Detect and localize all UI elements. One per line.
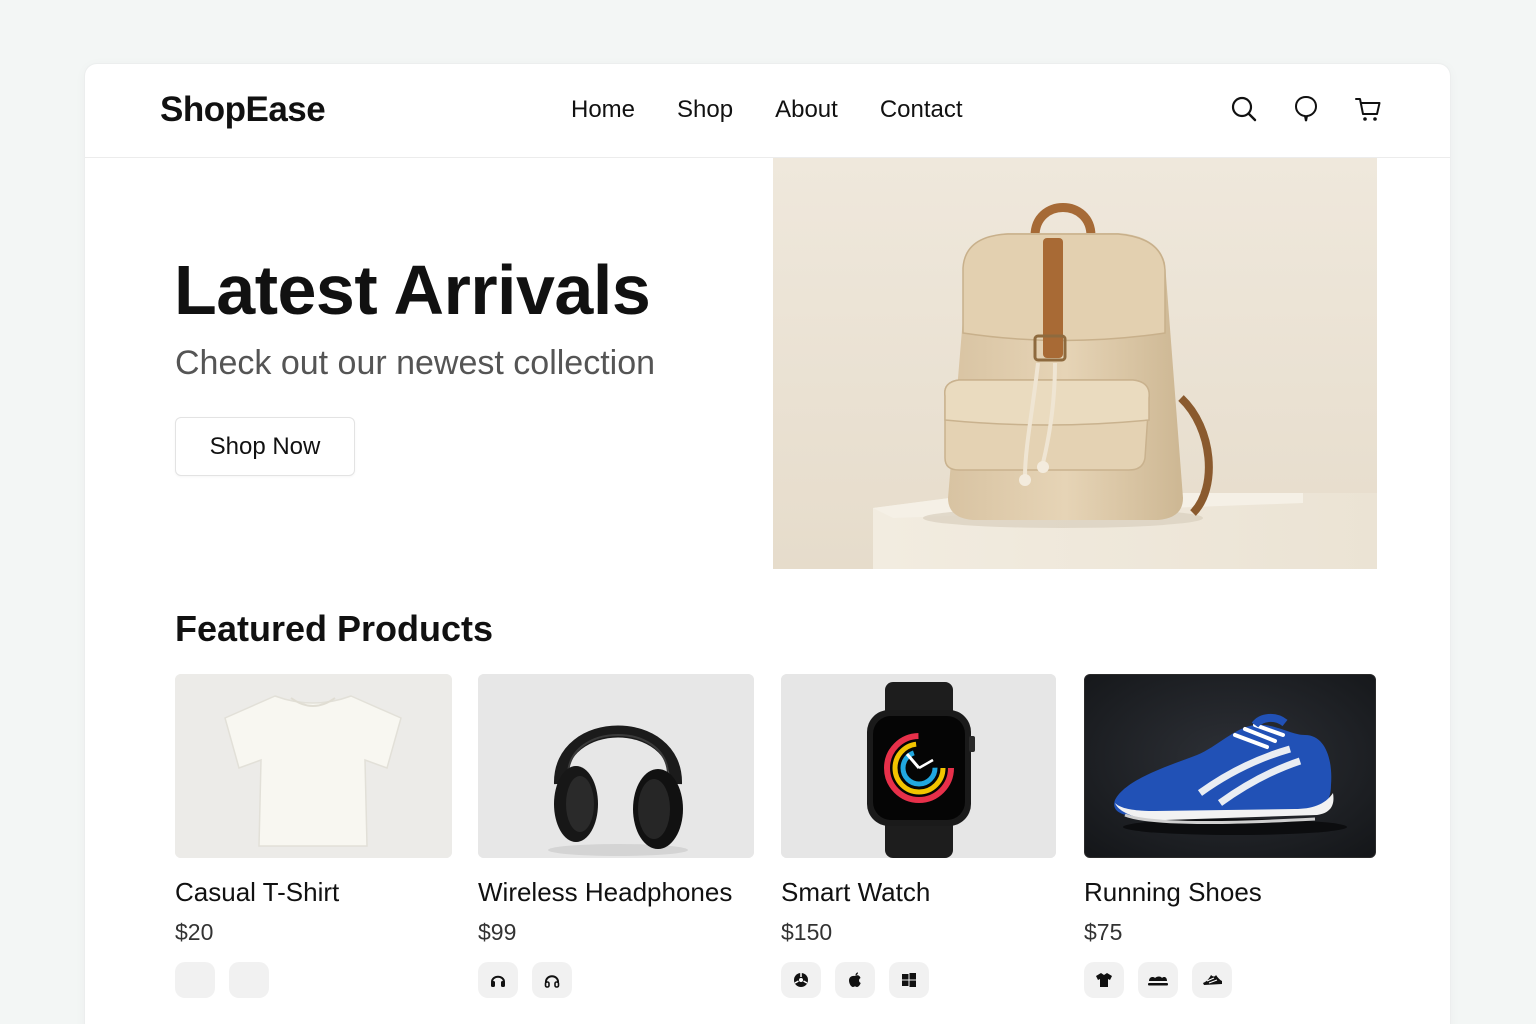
android-icon[interactable] <box>781 962 821 998</box>
shoe-icon[interactable] <box>1192 962 1232 998</box>
cart-icon[interactable] <box>1354 94 1382 124</box>
sneaker-image[interactable] <box>1084 674 1376 858</box>
product-price: $20 <box>175 919 214 945</box>
chat-bubble-icon[interactable] <box>1292 94 1320 124</box>
option-chip[interactable] <box>175 962 215 998</box>
nav-home[interactable]: Home <box>571 96 635 124</box>
headphone-icon[interactable] <box>478 962 518 998</box>
product-chips <box>478 962 754 998</box>
apple-icon[interactable] <box>835 962 875 998</box>
product-card[interactable]: Running Shoes $75 <box>1084 674 1376 998</box>
product-price: $99 <box>478 919 517 945</box>
product-card[interactable]: Wireless Headphones $99 <box>478 674 754 998</box>
product-chips <box>1084 962 1376 998</box>
headset-icon[interactable] <box>532 962 572 998</box>
header-actions <box>1230 94 1382 124</box>
featured-section-title: Featured Products <box>175 608 494 649</box>
product-card[interactable]: Smart Watch $150 <box>781 674 1056 998</box>
nav-about[interactable]: About <box>775 96 838 124</box>
product-name[interactable]: Running Shoes <box>1084 877 1376 908</box>
hero-image <box>773 158 1377 569</box>
product-name[interactable]: Wireless Headphones <box>478 877 754 908</box>
tshirt-image[interactable] <box>175 674 452 858</box>
shop-now-button[interactable]: Shop Now <box>175 417 355 476</box>
main-nav: Home Shop About Contact <box>571 96 1005 124</box>
nav-shop[interactable]: Shop <box>677 96 733 124</box>
search-icon[interactable] <box>1230 94 1258 124</box>
hero-title: Latest Arrivals <box>174 251 651 329</box>
product-chips <box>781 962 1056 998</box>
logo[interactable]: ShopEase <box>160 90 326 130</box>
option-chip[interactable] <box>229 962 269 998</box>
product-card[interactable]: Casual T-Shirt $20 <box>175 674 452 998</box>
sandal-icon[interactable] <box>1138 962 1178 998</box>
product-name[interactable]: Smart Watch <box>781 877 1056 908</box>
nav-contact[interactable]: Contact <box>880 96 963 124</box>
top-navigation-bar: ShopEase Home Shop About Contact <box>85 64 1450 158</box>
shirt-icon[interactable] <box>1084 962 1124 998</box>
headphones-image[interactable] <box>478 674 754 858</box>
app-window: ShopEase Home Shop About Contact Latest … <box>85 64 1450 1024</box>
smartwatch-image[interactable] <box>781 674 1056 858</box>
windows-icon[interactable] <box>889 962 929 998</box>
product-name[interactable]: Casual T-Shirt <box>175 877 452 908</box>
product-price: $75 <box>1084 919 1123 945</box>
product-chips <box>175 962 452 998</box>
hero-subtitle: Check out our newest collection <box>175 344 656 382</box>
product-price: $150 <box>781 919 833 945</box>
